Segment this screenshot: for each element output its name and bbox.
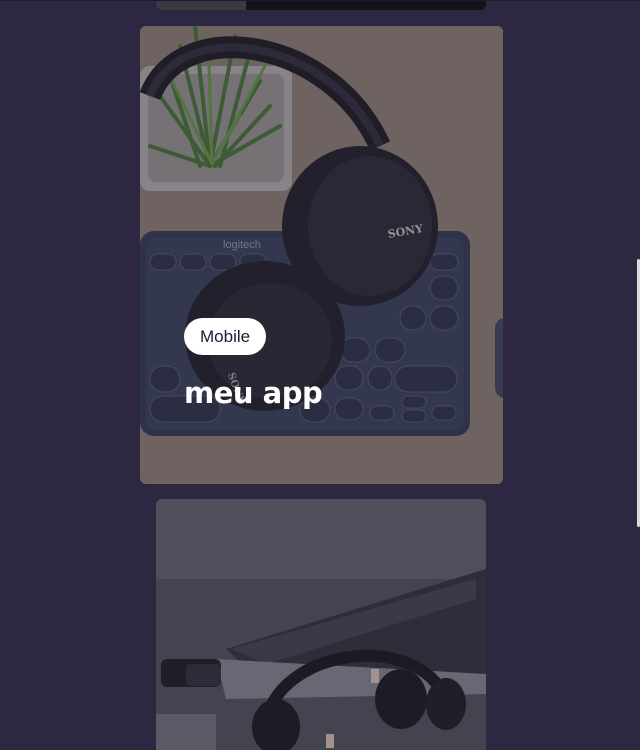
card-hover-overlay (140, 26, 503, 484)
portfolio-page: logitech SONY SONY Mobile meu app (0, 0, 640, 750)
project-card-meu-app[interactable]: logitech SONY SONY Mobile meu app (140, 26, 503, 484)
project-card-next[interactable] (156, 499, 486, 750)
project-card-previous[interactable] (156, 1, 486, 10)
laptop-photo (156, 1, 486, 10)
card-dim-overlay (156, 499, 486, 750)
project-title: meu app (184, 376, 323, 410)
category-tag: Mobile (184, 318, 267, 355)
